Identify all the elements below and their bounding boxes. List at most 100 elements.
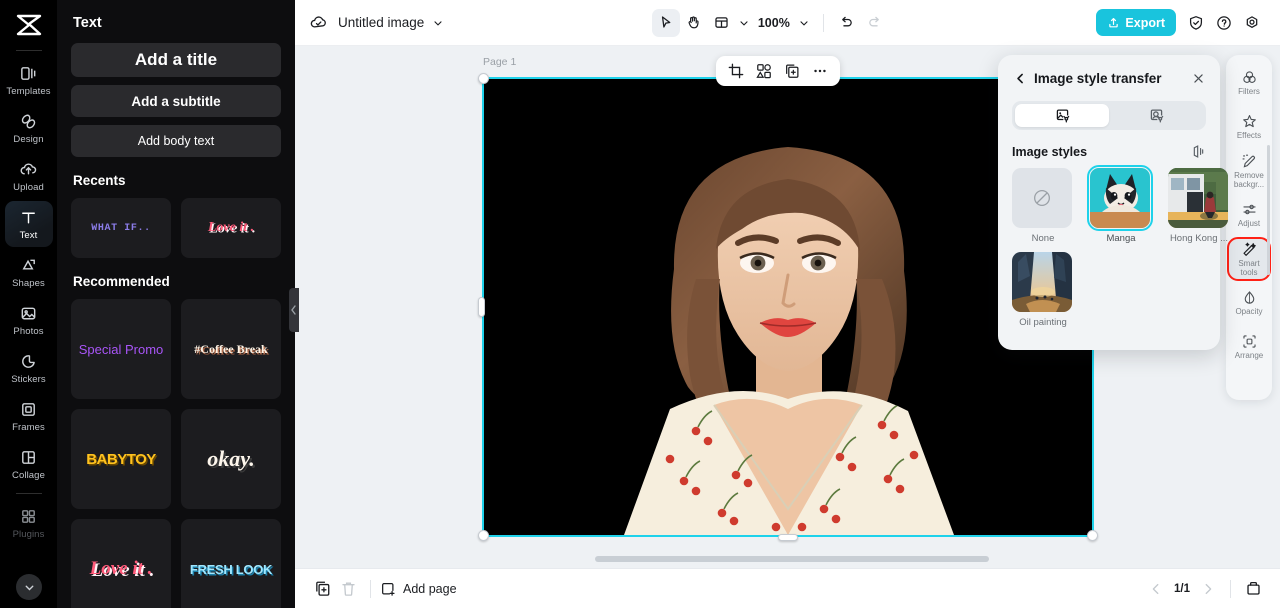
recommended-text-preset[interactable]: #Coffee Break — [181, 299, 281, 399]
close-icon[interactable] — [1190, 70, 1206, 86]
tool-label: Filters — [1238, 88, 1260, 97]
tool-effects[interactable]: Effects — [1229, 107, 1269, 147]
tab-face-style[interactable] — [1109, 104, 1203, 127]
layout-chevron-down-icon[interactable] — [738, 17, 750, 29]
collage-icon — [19, 448, 39, 468]
resize-handle-bottom-right[interactable] — [1087, 530, 1098, 541]
recommended-grid: Special Promo #Coffee Break BABYTOY okay… — [71, 299, 281, 608]
duplicate-add-icon[interactable] — [780, 59, 804, 83]
stickers-icon — [19, 352, 39, 372]
tool-filters[interactable]: Filters — [1229, 63, 1269, 103]
select-tool-button[interactable] — [652, 9, 680, 37]
resize-handle-left[interactable] — [478, 297, 485, 317]
sidebar-label-stickers: Stickers — [11, 375, 46, 385]
recent-text-preset[interactable]: WHAT IF.. — [71, 198, 171, 258]
frames-icon — [19, 400, 39, 420]
canvas-horizontal-scrollbar[interactable] — [595, 556, 989, 562]
layout-tool-button[interactable] — [708, 9, 736, 37]
style-option-manga[interactable]: Manga — [1090, 168, 1158, 244]
recent-text-preset[interactable]: Love it . — [181, 198, 281, 258]
crop-icon[interactable] — [724, 59, 748, 83]
resize-handle-bottom-left[interactable] — [478, 530, 489, 541]
recommended-text-preset[interactable]: BABYTOY — [71, 409, 171, 509]
export-label: Export — [1125, 16, 1165, 30]
preset-label: okay. — [207, 446, 254, 472]
sidebar-label-frames: Frames — [12, 423, 45, 433]
sidebar-item-shapes[interactable]: Shapes — [5, 249, 53, 295]
tool-label: Effects — [1237, 132, 1261, 141]
style-label: None — [1012, 233, 1074, 244]
shield-check-icon[interactable] — [1182, 9, 1210, 37]
settings-gear-icon[interactable] — [1238, 9, 1266, 37]
oil-painting-thumbnail — [1012, 252, 1072, 312]
zoom-level-value[interactable]: 100% — [758, 16, 790, 30]
capcut-logo-icon[interactable] — [9, 8, 49, 42]
recommended-text-preset[interactable]: okay. — [181, 409, 281, 509]
tab-image-style[interactable] — [1015, 104, 1109, 127]
style-option-none[interactable]: None — [1012, 168, 1080, 244]
style-label: Oil painting — [1012, 317, 1074, 328]
back-chevron-left-icon[interactable] — [1012, 70, 1028, 86]
add-title-button[interactable]: Add a title — [71, 43, 281, 77]
sidebar-item-frames[interactable]: Frames — [5, 393, 53, 439]
sidebar-item-collage[interactable]: Collage — [5, 441, 53, 487]
sidebar-item-upload[interactable]: Upload — [5, 153, 53, 199]
style-option-oil-painting[interactable]: Oil painting — [1012, 252, 1080, 328]
recommended-text-preset[interactable]: Special Promo — [71, 299, 171, 399]
recommended-text-preset[interactable]: FRESH LOOK — [181, 519, 281, 608]
sidebar-item-design[interactable]: Design — [5, 105, 53, 151]
page-manager-icon[interactable] — [1240, 576, 1266, 602]
shapes-icon — [19, 256, 39, 276]
prev-page-chevron-left-icon[interactable] — [1143, 576, 1169, 602]
tool-smart-tools[interactable]: Smart tools — [1229, 239, 1269, 279]
delete-page-trash-icon[interactable] — [335, 576, 361, 602]
recommended-heading: Recommended — [73, 274, 281, 289]
redo-button[interactable] — [861, 9, 889, 37]
tool-label: Smart tools — [1229, 260, 1269, 278]
tool-arrange[interactable]: Arrange — [1229, 327, 1269, 367]
add-page-button[interactable]: Add page — [380, 581, 457, 597]
preset-label: WHAT IF.. — [91, 223, 150, 234]
help-circle-icon[interactable] — [1210, 9, 1238, 37]
style-panel-title: Image style transfer — [1034, 71, 1162, 86]
image-styles-grid: None — [1012, 168, 1206, 328]
sidebar-item-photos[interactable]: Photos — [5, 297, 53, 343]
text-icon — [19, 208, 39, 228]
hand-pan-tool-button[interactable] — [680, 9, 708, 37]
hong-kong-thumbnail — [1168, 168, 1228, 228]
document-title-chevron-down-icon[interactable] — [432, 17, 444, 29]
sidebar-label-text: Text — [20, 231, 38, 241]
effects-icon — [1241, 113, 1258, 130]
sidebar-label-upload: Upload — [13, 183, 44, 193]
resize-handle-bottom[interactable] — [778, 534, 798, 541]
undo-button[interactable] — [833, 9, 861, 37]
export-button[interactable]: Export — [1096, 9, 1176, 36]
sidebar-item-text[interactable]: Text — [5, 201, 53, 247]
expand-rail-button[interactable] — [16, 574, 42, 600]
style-label: Manga — [1090, 233, 1152, 244]
next-page-chevron-right-icon[interactable] — [1195, 576, 1221, 602]
split-object-icon[interactable] — [752, 59, 776, 83]
tools-rail-scrollbar[interactable] — [1267, 145, 1270, 275]
add-body-text-button[interactable]: Add body text — [71, 125, 281, 157]
more-options-icon[interactable] — [808, 59, 832, 83]
duplicate-page-icon[interactable] — [309, 576, 335, 602]
zoom-chevron-down-icon[interactable] — [798, 17, 810, 29]
recommended-text-preset[interactable]: Love it . — [71, 519, 171, 608]
sidebar-item-plugins[interactable]: Plugins — [5, 500, 53, 546]
image-style-icon — [1054, 107, 1071, 124]
sidebar-item-stickers[interactable]: Stickers — [5, 345, 53, 391]
filters-icon — [1241, 69, 1258, 86]
recents-grid: WHAT IF.. Love it . — [71, 198, 281, 258]
compare-icon[interactable] — [1191, 144, 1206, 159]
resize-handle-top-left[interactable] — [478, 73, 489, 84]
collapse-panel-handle[interactable] — [289, 288, 299, 332]
add-subtitle-button[interactable]: Add a subtitle — [71, 85, 281, 117]
top-toolbar: Untitled image 100% — [295, 0, 1280, 46]
preset-label: Love it . — [90, 558, 153, 580]
document-title[interactable]: Untitled image — [338, 15, 424, 30]
style-option-hong-kong[interactable]: Hong Kong ... — [1168, 168, 1236, 244]
style-panel-header: Image style transfer — [1012, 67, 1206, 89]
sidebar-item-templates[interactable]: Templates — [5, 57, 53, 103]
tool-opacity[interactable]: Opacity — [1229, 283, 1269, 323]
